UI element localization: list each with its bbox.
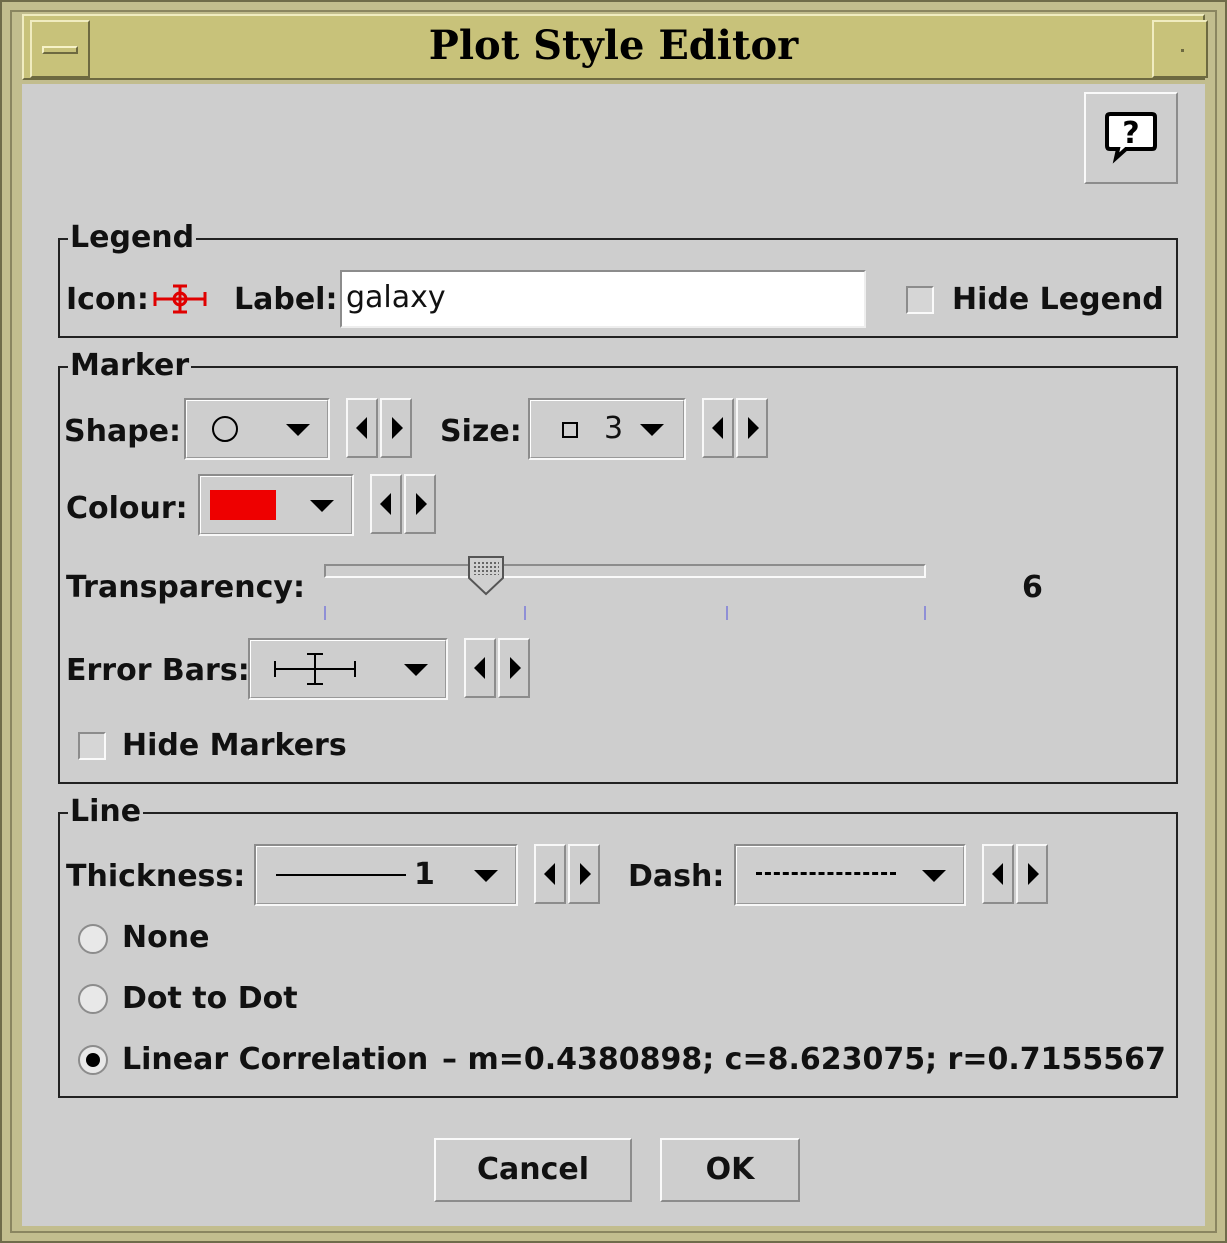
slider-track bbox=[324, 564, 926, 578]
slider-thumb[interactable] bbox=[466, 554, 506, 598]
window-menu-button[interactable] bbox=[30, 20, 90, 78]
line-linear-correlation-radio[interactable] bbox=[78, 1045, 108, 1075]
thickness-next-button[interactable] bbox=[568, 844, 600, 904]
window-menu-icon bbox=[42, 46, 78, 54]
left-arrow-icon bbox=[356, 417, 367, 439]
dash-next-button[interactable] bbox=[1016, 844, 1048, 904]
dialog-content: ? Legend Icon: Label: galaxy Hide Legend… bbox=[22, 84, 1205, 1226]
maximize-icon bbox=[1181, 49, 1184, 52]
ok-button-label: OK bbox=[705, 1152, 755, 1187]
size-value: 3 bbox=[604, 411, 624, 446]
help-bubble-icon: ? bbox=[1105, 112, 1157, 164]
line-dot-to-dot-radio[interactable] bbox=[78, 984, 108, 1014]
help-button[interactable]: ? bbox=[1084, 92, 1178, 184]
size-next-button[interactable] bbox=[736, 398, 768, 458]
right-arrow-icon bbox=[510, 657, 521, 679]
ok-button[interactable]: OK bbox=[660, 1138, 800, 1202]
shape-next-button[interactable] bbox=[380, 398, 412, 458]
shape-label: Shape: bbox=[64, 414, 182, 449]
size-label: Size: bbox=[440, 414, 522, 449]
colour-dropdown[interactable] bbox=[198, 474, 354, 536]
size-prev-button[interactable] bbox=[702, 398, 734, 458]
chevron-down-icon bbox=[474, 870, 498, 882]
size-stepper[interactable] bbox=[702, 398, 768, 458]
dash-sample-icon bbox=[756, 872, 896, 875]
thickness-stepper[interactable] bbox=[534, 844, 600, 904]
transparency-slider[interactable] bbox=[322, 554, 932, 624]
transparency-value: 6 bbox=[1022, 570, 1043, 605]
error-bars-dropdown[interactable] bbox=[248, 638, 448, 700]
size-square-icon bbox=[562, 422, 578, 438]
line-none-radio[interactable] bbox=[78, 924, 108, 954]
line-dot-to-dot-label: Dot to Dot bbox=[122, 981, 298, 1016]
shape-prev-button[interactable] bbox=[346, 398, 378, 458]
slider-tick bbox=[924, 606, 926, 620]
chevron-down-icon bbox=[404, 664, 428, 676]
left-arrow-icon bbox=[380, 493, 391, 515]
marker-group-title: Marker bbox=[68, 348, 192, 383]
chevron-down-icon bbox=[922, 870, 946, 882]
chevron-down-icon bbox=[640, 424, 664, 436]
thickness-dropdown[interactable]: 1 bbox=[254, 844, 518, 906]
hide-legend-label: Hide Legend bbox=[952, 282, 1164, 317]
legend-group-title: Legend bbox=[68, 220, 197, 255]
hide-legend-checkbox[interactable] bbox=[906, 286, 934, 314]
cancel-button-label: Cancel bbox=[476, 1152, 590, 1187]
right-arrow-icon bbox=[392, 417, 403, 439]
thickness-value: 1 bbox=[414, 857, 435, 892]
legend-label-label: Label: bbox=[234, 282, 338, 317]
right-arrow-icon bbox=[1028, 863, 1039, 885]
line-group-title: Line bbox=[68, 794, 144, 829]
chevron-down-icon bbox=[310, 500, 334, 512]
chevron-down-icon bbox=[286, 424, 310, 436]
colour-label: Colour: bbox=[66, 491, 188, 526]
legend-icon-label: Icon: bbox=[66, 282, 149, 317]
thickness-prev-button[interactable] bbox=[534, 844, 566, 904]
colour-next-button[interactable] bbox=[404, 474, 436, 534]
correlation-stats: – m=0.4380898; c=8.623075; r=0.7155567 bbox=[442, 1042, 1166, 1077]
error-bars-prev-button[interactable] bbox=[464, 638, 496, 698]
thickness-label: Thickness: bbox=[66, 859, 246, 894]
slider-tick bbox=[524, 606, 526, 620]
dash-label: Dash: bbox=[628, 859, 725, 894]
error-bars-label: Error Bars: bbox=[66, 653, 250, 688]
error-bar-legend-icon bbox=[153, 284, 207, 314]
colour-swatch bbox=[210, 490, 276, 520]
dash-stepper[interactable] bbox=[982, 844, 1048, 904]
circle-shape-icon bbox=[212, 416, 238, 442]
line-sample-icon bbox=[276, 874, 406, 876]
left-arrow-icon bbox=[992, 863, 1003, 885]
maximize-button[interactable] bbox=[1152, 20, 1208, 78]
legend-label-input[interactable]: galaxy bbox=[340, 270, 866, 328]
radio-selected-dot bbox=[86, 1053, 100, 1067]
size-dropdown[interactable]: 3 bbox=[528, 398, 686, 460]
cancel-button[interactable]: Cancel bbox=[434, 1138, 632, 1202]
right-arrow-icon bbox=[580, 863, 591, 885]
dash-prev-button[interactable] bbox=[982, 844, 1014, 904]
right-arrow-icon bbox=[416, 493, 427, 515]
error-bars-icon bbox=[274, 653, 356, 685]
colour-prev-button[interactable] bbox=[370, 474, 402, 534]
error-bars-stepper[interactable] bbox=[464, 638, 530, 698]
title-bar[interactable]: Plot Style Editor bbox=[22, 14, 1205, 80]
line-none-label: None bbox=[122, 920, 210, 955]
window-title: Plot Style Editor bbox=[428, 22, 799, 69]
slider-tick bbox=[726, 606, 728, 620]
shape-dropdown[interactable] bbox=[184, 398, 330, 460]
hide-markers-checkbox[interactable] bbox=[78, 732, 106, 760]
slider-tick bbox=[324, 606, 326, 620]
right-arrow-icon bbox=[748, 417, 759, 439]
dash-dropdown[interactable] bbox=[734, 844, 966, 906]
transparency-label: Transparency: bbox=[66, 570, 305, 605]
error-bars-next-button[interactable] bbox=[498, 638, 530, 698]
left-arrow-icon bbox=[474, 657, 485, 679]
left-arrow-icon bbox=[712, 417, 723, 439]
colour-stepper[interactable] bbox=[370, 474, 436, 534]
line-linear-correlation-label: Linear Correlation bbox=[122, 1042, 429, 1077]
shape-stepper[interactable] bbox=[346, 398, 412, 458]
left-arrow-icon bbox=[544, 863, 555, 885]
svg-text:?: ? bbox=[1122, 116, 1139, 151]
hide-markers-label: Hide Markers bbox=[122, 728, 347, 763]
